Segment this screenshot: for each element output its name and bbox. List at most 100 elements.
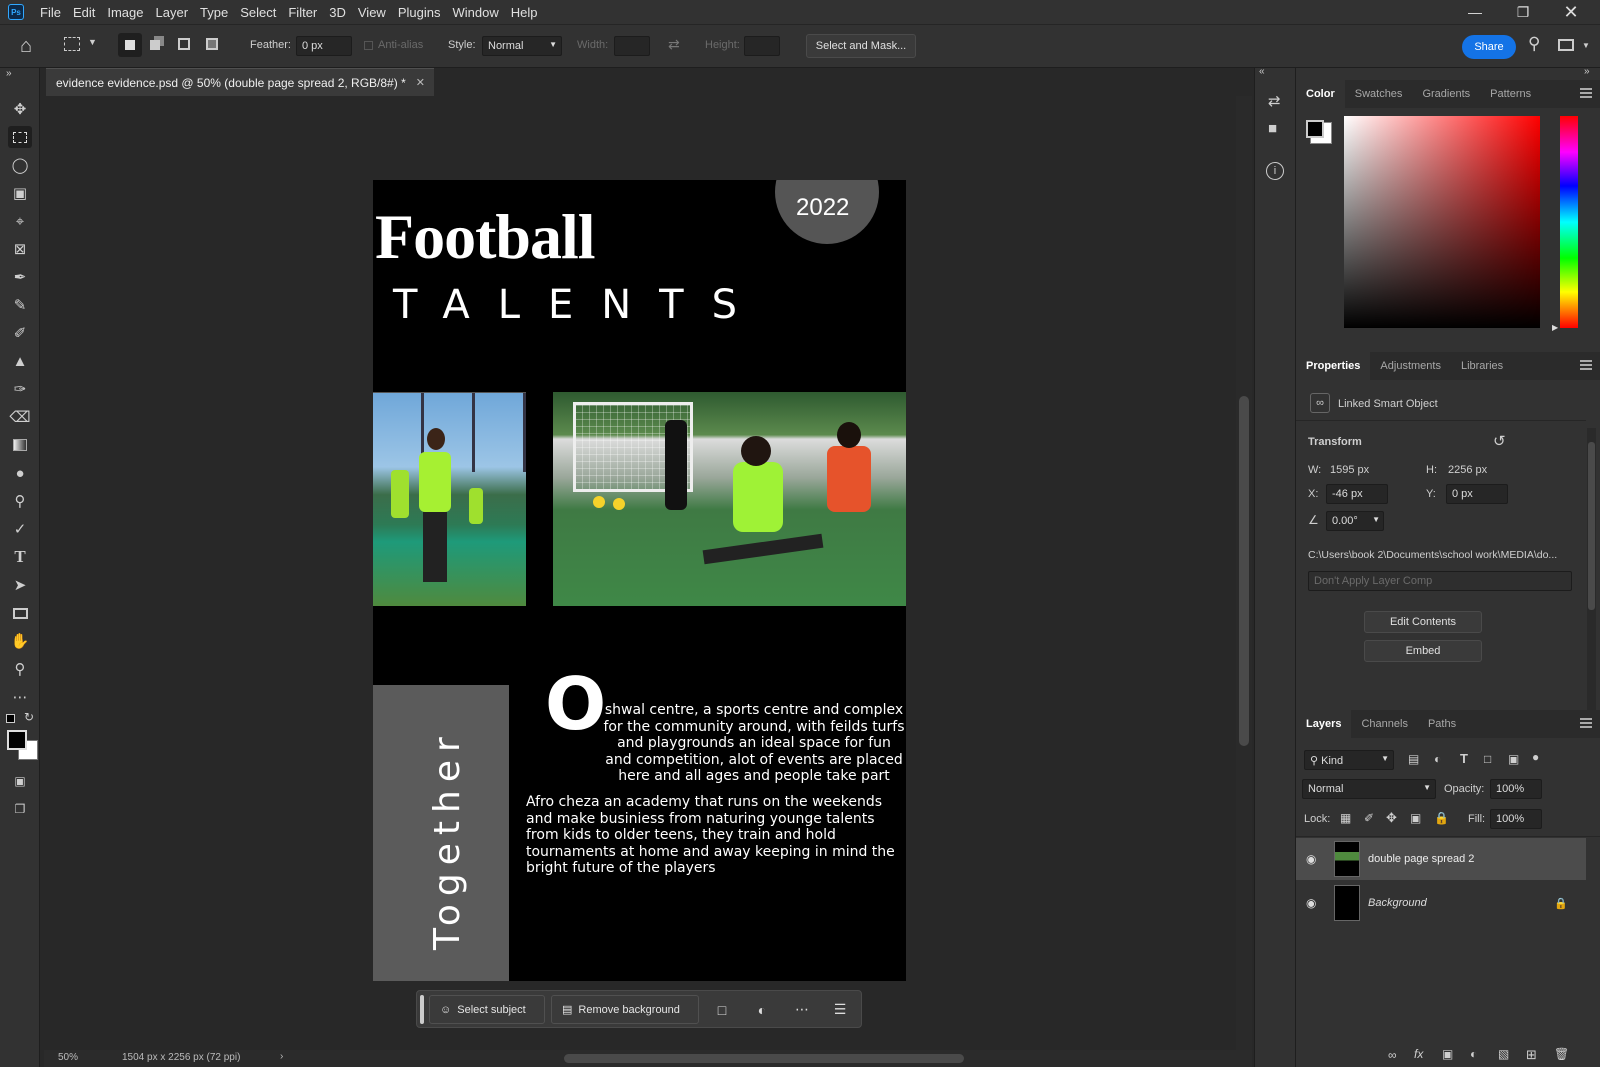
quick-mask-icon[interactable]: ▣ (8, 770, 32, 792)
new-layer-icon[interactable]: ⊞ (1526, 1047, 1537, 1063)
chevron-down-icon[interactable]: ▼ (1582, 41, 1590, 50)
filter-pixel-icon[interactable]: ▤ (1408, 752, 1419, 766)
link-layers-icon[interactable]: ∞ (1388, 1048, 1397, 1062)
panel-menu-icon[interactable] (1580, 88, 1592, 98)
width-input[interactable] (614, 36, 650, 56)
lasso-tool-icon[interactable]: ◯ (8, 154, 32, 176)
color-fg-swatch[interactable] (1306, 120, 1324, 138)
path-selection-tool-icon[interactable]: ➤ (8, 574, 32, 596)
history-icon[interactable]: ⇄ (1268, 92, 1281, 110)
more-tools-icon[interactable]: ⋯ (8, 686, 32, 708)
filter-type-icon[interactable]: T (1460, 751, 1468, 766)
lock-all-icon[interactable]: 🔒 (1434, 811, 1449, 825)
add-selection-icon[interactable] (150, 40, 160, 50)
filter-shape-icon[interactable]: □ (1484, 752, 1491, 766)
home-icon[interactable]: ⌂ (20, 35, 32, 58)
close-icon[interactable]: ✕ (1548, 0, 1594, 24)
document-canvas[interactable]: 2022 Football TALENTS Together O shwal c… (373, 180, 906, 981)
menu-select[interactable]: Select (234, 5, 282, 20)
filter-adjustment-icon[interactable]: ◐ (1434, 752, 1441, 766)
close-tab-icon[interactable]: ✕ (416, 76, 425, 89)
comment-icon[interactable]: ■ (1268, 120, 1277, 137)
lock-artboard-icon[interactable]: ▣ (1410, 811, 1421, 825)
new-adjustment-icon[interactable]: ◐ (1470, 1047, 1477, 1061)
fx-icon[interactable]: fx (1414, 1047, 1423, 1061)
drag-handle[interactable] (420, 995, 424, 1024)
menu-layer[interactable]: Layer (150, 5, 195, 20)
angle-input[interactable]: 0.00° ▼ (1326, 511, 1384, 531)
layer-row[interactable]: ◉ double page spread 2 (1296, 838, 1586, 880)
tab-libraries[interactable]: Libraries (1451, 352, 1513, 380)
horizontal-scroll-thumb[interactable] (564, 1054, 964, 1063)
menu-edit[interactable]: Edit (67, 5, 101, 20)
select-and-mask-button[interactable]: Select and Mask... (806, 34, 916, 58)
menu-help[interactable]: Help (505, 5, 544, 20)
hue-slider-marker-icon[interactable]: ▶ (1552, 323, 1558, 332)
tab-properties[interactable]: Properties (1296, 352, 1371, 380)
more-options-icon[interactable]: ⋯ (787, 995, 817, 1024)
tab-channels[interactable]: Channels (1351, 710, 1417, 738)
chevron-down-icon[interactable]: ▼ (88, 37, 97, 47)
brush-tool-icon[interactable]: ✐ (8, 322, 32, 344)
default-colors-icon[interactable] (6, 714, 15, 723)
lock-icon[interactable]: 🔒 (1554, 897, 1568, 910)
collapse-panels-icon[interactable]: » (1584, 66, 1590, 77)
swap-colors-icon[interactable]: ↻ (24, 710, 34, 724)
fill-input[interactable]: 100% (1490, 809, 1542, 829)
eyedropper-tool-icon[interactable]: ✒ (8, 266, 32, 288)
scroll-thumb[interactable] (1239, 396, 1249, 746)
h-value[interactable]: 2256 px (1448, 464, 1487, 476)
screen-mode-icon[interactable]: ❐ (8, 798, 32, 820)
delete-layer-icon[interactable]: 🗑 (1554, 1047, 1569, 1061)
healing-brush-tool-icon[interactable]: ✎ (8, 294, 32, 316)
menu-file[interactable]: File (34, 5, 67, 20)
x-input[interactable]: -46 px (1326, 484, 1388, 504)
adjustment-icon[interactable]: ◐ (747, 995, 777, 1024)
settings-sliders-icon[interactable]: ☰ (825, 995, 855, 1024)
blur-tool-icon[interactable]: ● (8, 462, 32, 484)
antialias-checkbox[interactable] (364, 41, 373, 50)
layer-comp-select[interactable]: Don't Apply Layer Comp (1308, 571, 1572, 591)
chevron-right-icon[interactable]: › (280, 1051, 283, 1062)
crop-tool-icon[interactable]: ⌖ (8, 210, 32, 232)
menu-plugins[interactable]: Plugins (392, 5, 447, 20)
layer-row[interactable]: ◉ Background 🔒 (1296, 882, 1586, 924)
embed-button[interactable]: Embed (1364, 640, 1482, 662)
panel-menu-icon[interactable] (1580, 718, 1592, 728)
menu-filter[interactable]: Filter (282, 5, 323, 20)
filter-toggle-icon[interactable]: ● (1532, 750, 1539, 764)
edit-contents-button[interactable]: Edit Contents (1364, 611, 1482, 633)
subtract-selection-icon[interactable] (178, 38, 190, 50)
tab-gradients[interactable]: Gradients (1412, 80, 1480, 108)
menu-3d[interactable]: 3D (323, 5, 352, 20)
filter-smart-object-icon[interactable]: ▣ (1508, 752, 1519, 766)
document-tab[interactable]: evidence evidence.psd @ 50% (double page… (46, 68, 434, 96)
pen-tool-icon[interactable]: ✓ (8, 518, 32, 540)
foreground-color-swatch[interactable] (7, 730, 27, 750)
intersect-selection-icon[interactable] (206, 38, 218, 50)
history-brush-tool-icon[interactable]: ✑ (8, 378, 32, 400)
hue-slider[interactable] (1560, 116, 1578, 328)
visibility-eye-icon[interactable]: ◉ (1306, 852, 1326, 866)
move-tool-icon[interactable]: ✥ (8, 98, 32, 120)
tab-layers[interactable]: Layers (1296, 710, 1352, 738)
rectangular-marquee-tool-icon[interactable] (8, 126, 32, 148)
reset-transform-icon[interactable]: ↺ (1493, 432, 1506, 450)
restore-icon[interactable]: ❐ (1500, 0, 1546, 24)
tab-paths[interactable]: Paths (1418, 710, 1466, 738)
swap-icon[interactable]: ⇄ (668, 36, 680, 53)
object-selection-tool-icon[interactable]: ▣ (8, 182, 32, 204)
color-field[interactable] (1344, 116, 1540, 328)
lock-pixels-icon[interactable]: ✐ (1364, 811, 1374, 825)
y-input[interactable]: 0 px (1446, 484, 1508, 504)
zoom-tool-icon[interactable]: ⚲ (8, 658, 32, 680)
share-button[interactable]: Share (1462, 35, 1516, 59)
dodge-tool-icon[interactable]: ⚲ (8, 490, 32, 512)
w-value[interactable]: 1595 px (1330, 464, 1369, 476)
frame-tool-icon[interactable]: ⊠ (8, 238, 32, 260)
new-group-icon[interactable]: ▧ (1498, 1047, 1509, 1061)
feather-input[interactable]: 0 px (296, 36, 352, 56)
collapse-toolbar-icon[interactable]: » (6, 68, 12, 79)
search-icon[interactable]: ⚲ (1528, 34, 1540, 54)
select-subject-button[interactable]: ☺ Select subject (429, 995, 545, 1024)
